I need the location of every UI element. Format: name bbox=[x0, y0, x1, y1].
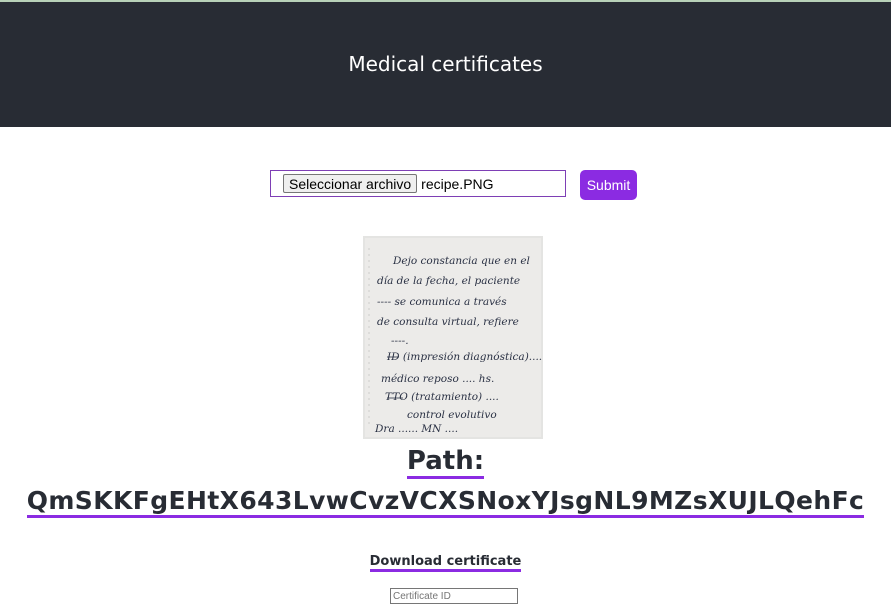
ipfs-path-value: QmSKKFgEHtX643LvwCvzVCXSNoxYJsgNL9MZsXUJ… bbox=[0, 484, 891, 518]
download-certificate-link[interactable]: Download certificate bbox=[0, 553, 891, 572]
path-label: Path: bbox=[0, 444, 891, 479]
handwritten-prescription-image: Dejo constancia que en el día de la fecha… bbox=[363, 236, 543, 439]
path-value-text: QmSKKFgEHtX643LvwCvzVCXSNoxYJsgNL9MZsXUJ… bbox=[26, 486, 865, 518]
handwritten-line: ----. bbox=[391, 335, 409, 347]
app-header: Medical certificates bbox=[0, 2, 891, 127]
choose-file-button[interactable]: Seleccionar archivo bbox=[283, 174, 418, 193]
handwritten-line: Dejo constancia que en el bbox=[392, 255, 530, 267]
page-title: Medical certificates bbox=[348, 51, 543, 76]
handwritten-line: TTO (tratamiento) .... bbox=[385, 391, 499, 403]
handwritten-line: médico reposo .... hs. bbox=[381, 373, 494, 385]
handwritten-line: día de la fecha, el paciente bbox=[377, 275, 520, 287]
handwritten-line: Dra ...... MN .... bbox=[374, 423, 458, 435]
handwritten-line: de consulta virtual, refiere bbox=[377, 316, 519, 328]
path-label-text: Path: bbox=[406, 446, 485, 479]
handwritten-line: ---- se comunica a través bbox=[377, 296, 507, 308]
selected-file-name: recipe.PNG bbox=[421, 175, 494, 192]
download-certificate-text[interactable]: Download certificate bbox=[369, 554, 522, 572]
submit-button[interactable]: Submit bbox=[580, 170, 637, 200]
uploaded-image-preview: Dejo constancia que en el día de la fecha… bbox=[363, 236, 543, 439]
file-upload-field[interactable]: Seleccionar archivo recipe.PNG bbox=[270, 170, 566, 197]
certificate-id-input[interactable] bbox=[390, 588, 518, 604]
handwritten-line: control evolutivo bbox=[407, 409, 497, 421]
handwritten-line: ID (impresión diagnóstica).... bbox=[386, 351, 542, 363]
